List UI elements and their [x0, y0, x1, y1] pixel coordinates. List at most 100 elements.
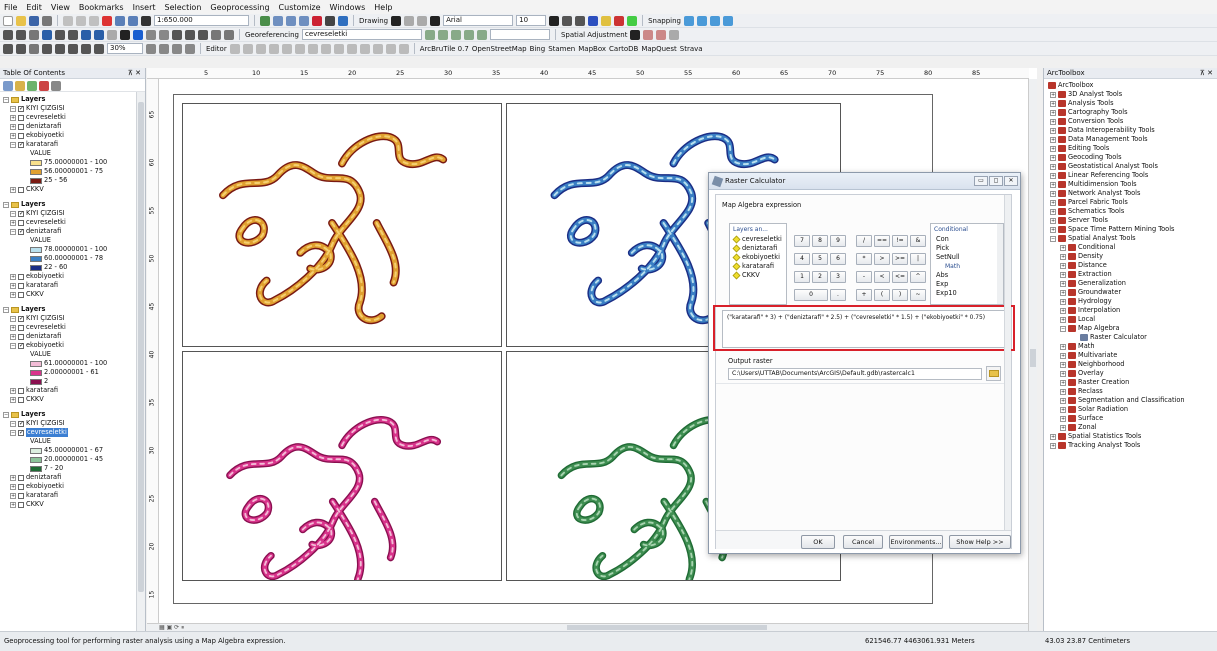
layer-item[interactable]: − ✓ KIYI ÇIZGISI: [0, 209, 136, 218]
new-displacement-link-icon[interactable]: [643, 29, 654, 40]
paste-icon[interactable]: [89, 15, 99, 26]
dialog-layer-item[interactable]: deniztarafi: [730, 244, 786, 253]
calc-button[interactable]: 1: [794, 271, 810, 283]
layer-checkbox[interactable]: ✓: [18, 105, 24, 112]
modify-link-icon[interactable]: [656, 29, 667, 40]
back-extent-icon[interactable]: [81, 29, 91, 40]
select-features-icon[interactable]: [107, 29, 117, 40]
layer-item[interactable]: + deniztarafi: [0, 122, 136, 131]
math-function-item[interactable]: Exp10: [931, 289, 1003, 298]
close-icon[interactable]: ⊼ ✕: [1200, 68, 1213, 79]
toolset-item[interactable]: + Interpolation: [1046, 306, 1216, 315]
toolset-item[interactable]: + Segmentation and Classification: [1046, 396, 1216, 405]
hyperlink-icon[interactable]: [146, 29, 156, 40]
map-frame-ekobiyoetki[interactable]: [182, 351, 502, 597]
calc-button[interactable]: 5: [812, 253, 828, 265]
expand-icon[interactable]: +: [1050, 199, 1056, 206]
zoom-out-icon[interactable]: [16, 29, 26, 40]
expand-icon[interactable]: +: [10, 273, 16, 280]
new-document-icon[interactable]: [3, 15, 13, 26]
select-elements-icon-2[interactable]: [120, 29, 130, 40]
expand-icon[interactable]: +: [1060, 298, 1066, 305]
calc-button[interactable]: ==: [874, 235, 890, 247]
mapquest-menu[interactable]: MapQuest: [641, 45, 676, 53]
georeferencing-layer-dropdown[interactable]: cevreseletki: [301, 29, 422, 40]
raster-calculator-tool[interactable]: Raster Calculator: [1046, 333, 1216, 342]
expand-icon[interactable]: +: [1050, 109, 1056, 116]
expand-icon[interactable]: +: [10, 132, 16, 139]
menu-customize[interactable]: Customize: [279, 3, 321, 12]
collapse-icon[interactable]: −: [3, 306, 9, 313]
expand-icon[interactable]: +: [1050, 217, 1056, 224]
expand-icon[interactable]: +: [1060, 316, 1066, 323]
layout-zoom-out-icon[interactable]: [16, 43, 26, 54]
calc-button[interactable]: 6: [830, 253, 846, 265]
toolset-item[interactable]: + Density: [1046, 252, 1216, 261]
point-snapping-icon[interactable]: [684, 15, 694, 26]
layer-checkbox[interactable]: ✓: [18, 429, 24, 436]
layer-checkbox[interactable]: [18, 492, 24, 499]
add-control-points-icon[interactable]: [463, 29, 474, 40]
toolset-item[interactable]: + Generalization: [1046, 279, 1216, 288]
menu-bookmarks[interactable]: Bookmarks: [79, 3, 124, 12]
expand-icon[interactable]: +: [1050, 127, 1056, 134]
shift-georef-icon[interactable]: [437, 29, 448, 40]
italic-icon[interactable]: [562, 15, 573, 26]
toolset-item[interactable]: + Math: [1046, 342, 1216, 351]
dialog-layer-item[interactable]: ekobiyoetki: [730, 253, 786, 262]
arcbrutile-menu[interactable]: ArcBruTile 0.7: [420, 45, 469, 53]
forward-extent-icon[interactable]: [94, 29, 104, 40]
close-button[interactable]: ✕: [1004, 176, 1018, 186]
add-data-icon[interactable]: [141, 15, 151, 26]
layer-item[interactable]: + karatarafi: [0, 386, 136, 395]
collapse-icon[interactable]: −: [10, 105, 16, 112]
expand-icon[interactable]: +: [1060, 244, 1066, 251]
font-color-icon[interactable]: [588, 15, 599, 26]
layer-item[interactable]: − ✓ ekobiyoetki: [0, 341, 136, 350]
font-dropdown[interactable]: Arial: [443, 15, 514, 26]
underline-icon[interactable]: [575, 15, 586, 26]
edge-snapping-icon[interactable]: [723, 15, 733, 26]
toolbox-item[interactable]: + Data Interoperability Tools: [1046, 126, 1216, 135]
edit-annotation-icon[interactable]: [242, 43, 253, 54]
arctoolbox-root[interactable]: ArcToolbox: [1046, 81, 1216, 90]
calc-button[interactable]: <=: [892, 271, 908, 283]
calc-button[interactable]: ^: [910, 271, 926, 283]
expand-icon[interactable]: +: [1050, 172, 1056, 179]
goto-xy-icon[interactable]: [198, 29, 208, 40]
search-window-icon[interactable]: [299, 15, 309, 26]
georef-input-field[interactable]: [489, 29, 550, 40]
collapse-icon[interactable]: −: [1050, 235, 1056, 242]
expand-icon[interactable]: +: [10, 474, 16, 481]
print-icon[interactable]: [42, 15, 52, 26]
expand-icon[interactable]: +: [1050, 118, 1056, 125]
layer-checkbox[interactable]: [18, 387, 24, 394]
expand-icon[interactable]: +: [1050, 91, 1056, 98]
expand-icon[interactable]: +: [1060, 406, 1066, 413]
fixed-zoom-out-icon[interactable]: [68, 29, 78, 40]
dialog-layer-item[interactable]: karatarafi: [730, 262, 786, 271]
toolbox-item[interactable]: + Editing Tools: [1046, 144, 1216, 153]
expand-icon[interactable]: +: [1050, 145, 1056, 152]
toolset-item[interactable]: + Reclass: [1046, 387, 1216, 396]
layer-item[interactable]: + CKKV: [0, 185, 136, 194]
toolset-item[interactable]: + Groundwater: [1046, 288, 1216, 297]
table-of-contents-icon[interactable]: [273, 15, 283, 26]
drawing-menu[interactable]: Drawing: [359, 17, 388, 25]
edit-vertices-icon[interactable]: [307, 43, 318, 54]
math-function-item[interactable]: Exp: [931, 280, 1003, 289]
layer-item[interactable]: + karatarafi: [0, 491, 136, 500]
data-driven-pages-icon[interactable]: [185, 43, 195, 54]
calc-button[interactable]: 3: [830, 271, 846, 283]
toolbox-item[interactable]: + Multidimension Tools: [1046, 180, 1216, 189]
html-popup-icon[interactable]: [159, 29, 169, 40]
list-by-visibility-icon[interactable]: [27, 81, 37, 91]
scale-georef-icon[interactable]: [450, 29, 461, 40]
collapse-icon[interactable]: −: [1060, 325, 1066, 332]
layers-group[interactable]: − Layers: [0, 410, 136, 419]
dialog-layer-item[interactable]: cevreseletki: [730, 235, 786, 244]
layer-checkbox[interactable]: ✓: [18, 141, 24, 148]
next-extent-layout-icon[interactable]: [94, 43, 104, 54]
expand-icon[interactable]: +: [10, 483, 16, 490]
zoom-100-icon[interactable]: [55, 43, 65, 54]
